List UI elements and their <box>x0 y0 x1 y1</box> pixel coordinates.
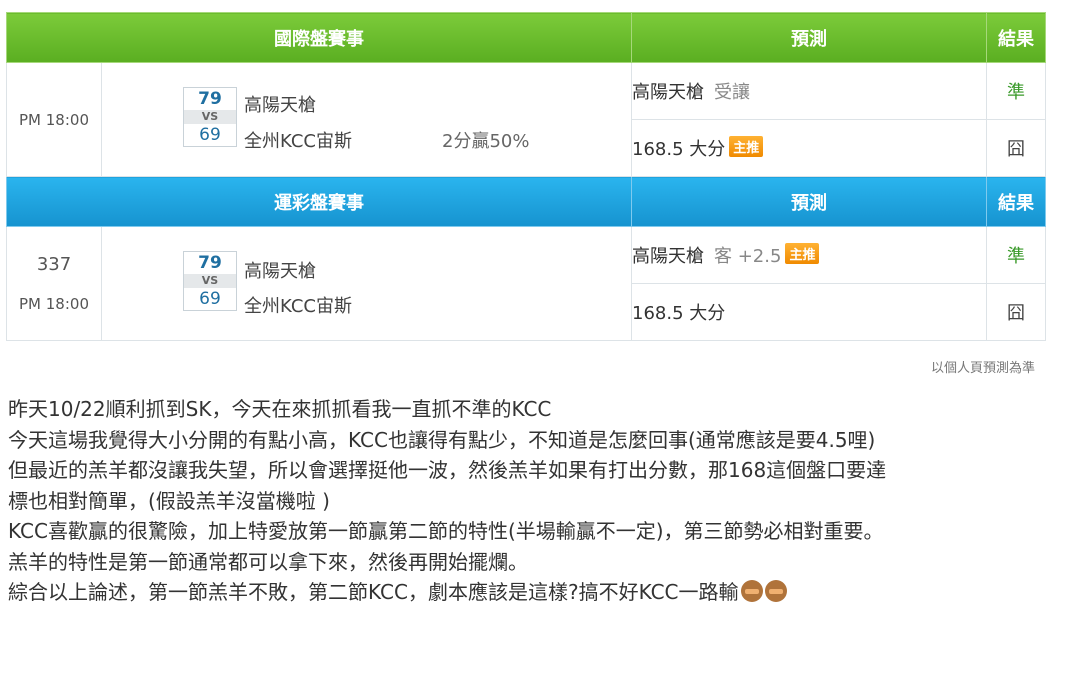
scoreboard: 79 VS 69 <box>183 86 237 147</box>
international-header-result: 結果 <box>986 12 1046 63</box>
see-no-evil-monkey-icon <box>764 580 787 602</box>
vs-label: VS <box>184 109 236 124</box>
game-time-cell: PM 18:00 <box>6 62 102 177</box>
game-number: 337 <box>36 254 72 275</box>
recommend-badge: 主推 <box>785 243 820 264</box>
home-team-name[interactable]: 高陽天槍 <box>244 91 316 117</box>
result-spread: 準 <box>986 62 1046 120</box>
prediction-total-text: 168.5 大分 <box>632 303 726 324</box>
lottery-row-1: 337 PM 18:00 79 VS 69 高陽天槍 全州KCC宙斯 高陽天槍客… <box>6 226 1046 341</box>
prediction-spread: 高陽天槍 受讓 <box>631 62 987 120</box>
away-team-name[interactable]: 全州KCC宙斯 <box>244 292 352 318</box>
international-header-title: 國際盤賽事 <box>6 12 632 63</box>
see-no-evil-monkey-icon <box>740 580 763 602</box>
lottery-header-result: 結果 <box>986 176 1046 227</box>
lottery-header-prediction: 預測 <box>631 176 987 227</box>
home-score: 79 <box>198 252 222 273</box>
recommend-badge: 主推 <box>729 136 764 157</box>
prediction-total-text: 168.5 大分 <box>632 139 726 160</box>
prediction-team: 高陽天槍 <box>632 82 704 103</box>
international-header-prediction: 預測 <box>631 12 987 63</box>
away-score: 69 <box>199 124 221 145</box>
prediction-type: 客 +2.5 <box>714 246 782 267</box>
prediction-team: 高陽天槍 <box>632 246 704 267</box>
game-time: PM 18:00 <box>19 110 89 129</box>
prediction-total: 168.5 大分 <box>631 283 987 341</box>
footnote: 以個人頁預測為準 <box>930 361 1035 376</box>
lottery-header-row: 運彩盤賽事 預測 結果 <box>6 176 1046 227</box>
post-line: 標也相對簡單，(假設羔羊沒當機啦 ) <box>8 488 330 513</box>
result-total: 囧 <box>986 283 1046 341</box>
spread-note: 2分贏50% <box>442 130 530 152</box>
vs-label: VS <box>184 273 236 288</box>
home-score: 79 <box>198 88 222 109</box>
scoreboard: 79 VS 69 <box>183 250 237 311</box>
game-time: PM 18:00 <box>19 295 89 313</box>
prediction-type: 受讓 <box>714 82 750 103</box>
post-line: 今天這場我覺得大小分開的有點小高，KCC也讓得有點少，不知道是怎麼回事(通常應該… <box>8 427 876 452</box>
post-line-text: 綜合以上論述，第一節羔羊不敗，第二節KCC，劇本應該是這樣?搞不好KCC一路輸 <box>8 580 739 604</box>
international-header-row: 國際盤賽事 預測 結果 <box>6 12 1046 63</box>
game-time-cell: 337 PM 18:00 <box>6 226 102 341</box>
post-line: KCC喜歡贏的很驚險，加上特愛放第一節贏第二節的特性(半場輸贏不一定)，第三節勢… <box>8 519 884 543</box>
prediction-table: 國際盤賽事 預測 結果 PM 18:00 79 VS 69 高陽天槍 全州KCC… <box>6 12 1046 341</box>
post-line: 羔羊的特性是第一節通常都可以拿下來，然後再開始擺爛。 <box>8 549 528 574</box>
prediction-spread: 高陽天槍客 +2.5 主推 <box>631 226 987 284</box>
matchup-cell: 79 VS 69 高陽天槍 全州KCC宙斯 <box>101 226 632 341</box>
post-line-last: 綜合以上論述，第一節羔羊不敗，第二節KCC，劇本應該是這樣?搞不好KCC一路輸 <box>8 577 1078 608</box>
international-row-1: PM 18:00 79 VS 69 高陽天槍 全州KCC宙斯 2分贏50% 高陽… <box>6 62 1046 177</box>
result-total: 囧 <box>986 119 1046 177</box>
prediction-total: 168.5 大分 主推 <box>631 119 987 177</box>
result-spread: 準 <box>986 226 1046 284</box>
away-score: 69 <box>199 288 221 309</box>
lottery-header-title: 運彩盤賽事 <box>6 176 632 227</box>
post-line: 昨天10/22順利抓到SK，今天在來抓抓看我一直抓不準的KCC <box>8 397 552 421</box>
matchup-cell: 79 VS 69 高陽天槍 全州KCC宙斯 2分贏50% <box>101 62 632 177</box>
post-line: 但最近的羔羊都沒讓我失望，所以會選擇挺他一波，然後羔羊如果有打出分數，那168這… <box>8 458 887 482</box>
away-team-name[interactable]: 全州KCC宙斯 <box>244 127 352 153</box>
post-body: 昨天10/22順利抓到SK，今天在來抓抓看我一直抓不準的KCC 今天這場我覺得大… <box>8 394 1078 608</box>
home-team-name[interactable]: 高陽天槍 <box>244 257 316 283</box>
